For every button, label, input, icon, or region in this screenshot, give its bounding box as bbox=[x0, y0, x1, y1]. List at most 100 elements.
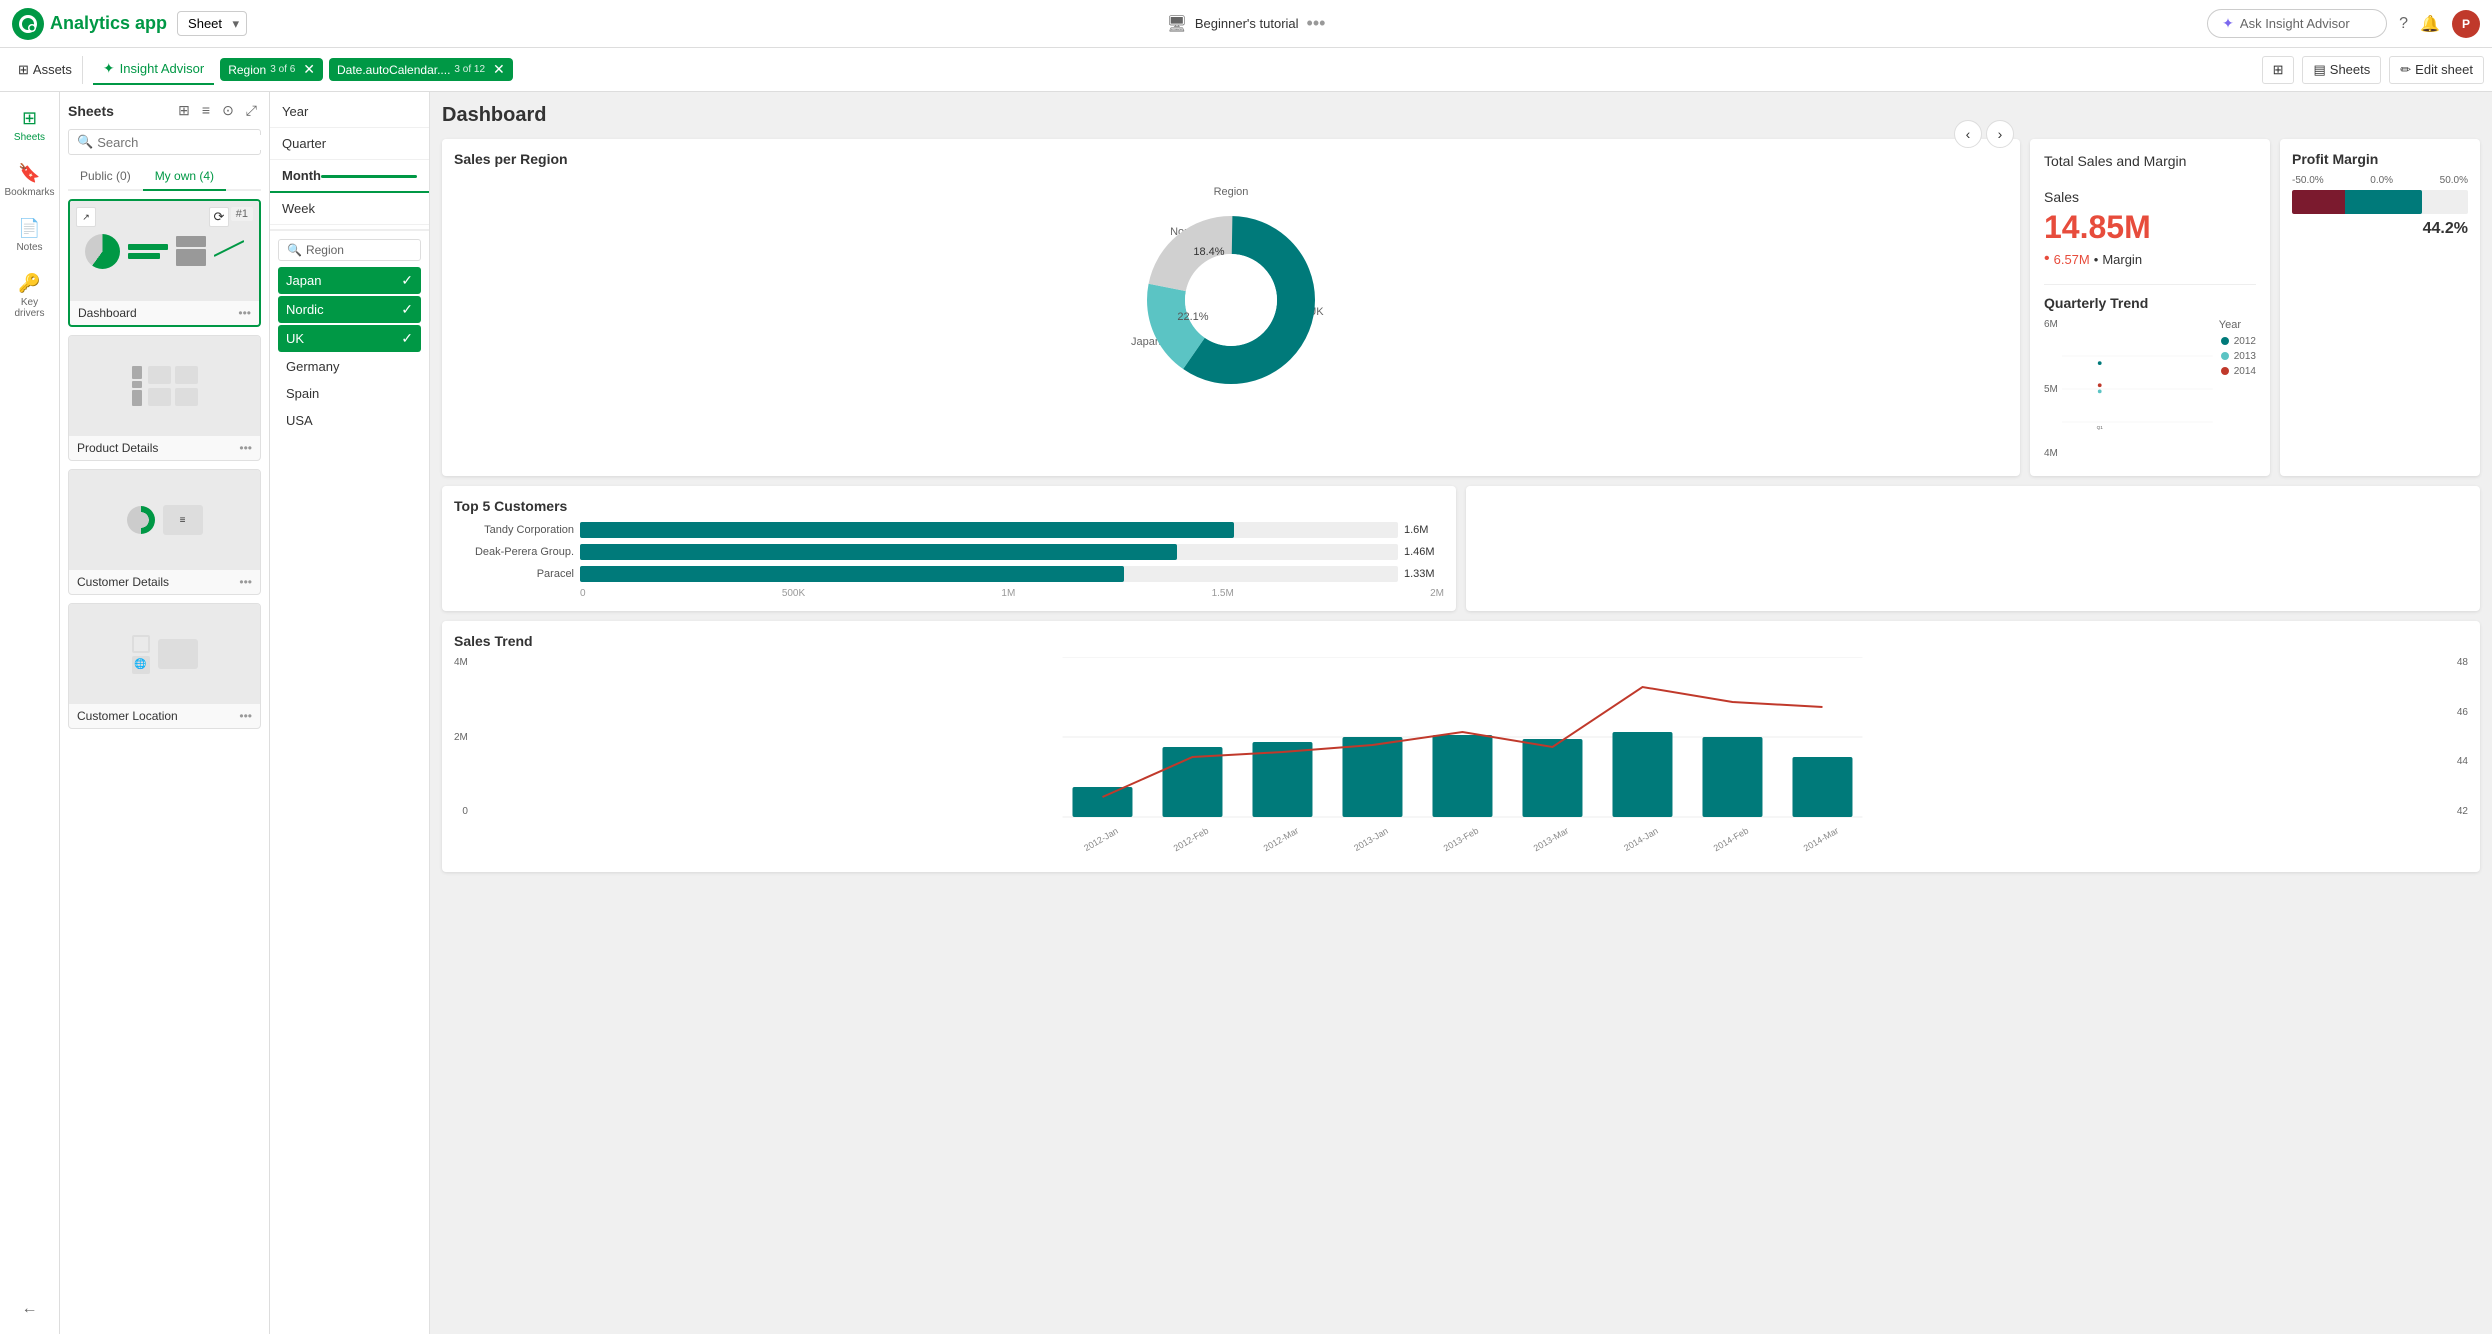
insight-advisor-tab[interactable]: ✦ Insight Advisor bbox=[93, 54, 214, 85]
sheet-card-customer-details[interactable]: ≡ Customer Details ••• bbox=[68, 469, 261, 595]
sales-trend-title: Sales Trend bbox=[454, 633, 2468, 649]
edit-sheet-button[interactable]: ✏ Edit sheet bbox=[2389, 56, 2484, 84]
tutorial-dots[interactable]: ••• bbox=[1307, 13, 1326, 34]
bell-icon[interactable]: 🔔 bbox=[2420, 14, 2440, 34]
grid-cell-1 bbox=[148, 366, 171, 384]
expand-view-btn[interactable]: ⤢ bbox=[242, 100, 261, 121]
quarterly-svg: Q1 bbox=[2062, 319, 2213, 459]
customer-paracel-fill bbox=[580, 566, 1124, 582]
region-item-nordic[interactable]: Nordic ✓ bbox=[278, 296, 421, 323]
profit-bar-track bbox=[2292, 190, 2468, 214]
sheet-card-product-details[interactable]: Product Details ••• bbox=[68, 335, 261, 461]
tab-public[interactable]: Public (0) bbox=[68, 163, 143, 189]
region-item-japan[interactable]: Japan ✓ bbox=[278, 267, 421, 294]
sheet-menu-location[interactable]: ••• bbox=[239, 709, 252, 723]
sheets-icon: ▤ bbox=[2313, 62, 2325, 78]
preview-location-charts: 🌐 bbox=[132, 635, 198, 674]
region-item-spain[interactable]: Spain bbox=[278, 381, 421, 406]
trend-y-44: 44 bbox=[2457, 756, 2468, 767]
svg-text:2014-Mar: 2014-Mar bbox=[1802, 825, 1840, 853]
nav-left-arrow[interactable]: ‹ bbox=[1954, 120, 1982, 148]
svg-text:2012-Feb: 2012-Feb bbox=[1172, 825, 1210, 853]
region-item-usa[interactable]: USA bbox=[278, 408, 421, 433]
sheets-header: Sheets ⊞ ≡ ⊙ ⤢ bbox=[68, 100, 261, 121]
filter-view-btn[interactable]: ⊙ bbox=[218, 100, 238, 121]
filter-week-label: Week bbox=[282, 201, 315, 216]
presentation-icon: 🖥 bbox=[1167, 14, 1187, 34]
search-icon: 🔍 bbox=[77, 134, 93, 150]
region-chip-close[interactable]: ✕ bbox=[303, 61, 315, 78]
notes-nav-label: Notes bbox=[16, 242, 42, 253]
filter-quarter[interactable]: Quarter bbox=[270, 128, 429, 160]
sheet-menu-dashboard[interactable]: ••• bbox=[238, 306, 251, 320]
quarterly-y-labels: 6M 5M 4M bbox=[2044, 319, 2058, 459]
region-item-germany[interactable]: Germany bbox=[278, 354, 421, 379]
sheet-dropdown[interactable]: Sheet bbox=[177, 11, 247, 36]
sidebar-item-bookmarks[interactable]: 🔖 Bookmarks bbox=[3, 155, 57, 206]
sales-per-region-title: Sales per Region bbox=[454, 151, 2008, 167]
tab-my-own[interactable]: My own (4) bbox=[143, 163, 226, 191]
product-bar-1 bbox=[132, 366, 142, 379]
region-item-uk[interactable]: UK ✓ bbox=[278, 325, 421, 352]
filter-week[interactable]: Week bbox=[270, 193, 429, 225]
donut-svg: Region Nordic Japan UK bbox=[1091, 175, 1371, 395]
grid-view-button[interactable]: ⊞ bbox=[2262, 56, 2295, 84]
region-filter-chip[interactable]: Region 3 of 6 ✕ bbox=[220, 58, 323, 81]
sheets-button[interactable]: ▤ Sheets bbox=[2302, 56, 2381, 84]
grid-view-btn[interactable]: ⊞ bbox=[174, 100, 194, 121]
sheet-search-input[interactable] bbox=[97, 135, 269, 150]
filter-year[interactable]: Year bbox=[270, 96, 429, 128]
date-filter-chip[interactable]: Date.autoCalendar.... 3 of 12 ✕ bbox=[329, 58, 513, 81]
nav-right-arrow[interactable]: › bbox=[1986, 120, 2014, 148]
trend-y-right: 48 46 44 42 bbox=[2457, 657, 2468, 817]
sheet-search-box[interactable]: 🔍 bbox=[68, 129, 261, 155]
profit-bar-negative bbox=[2292, 190, 2345, 214]
bar-2014-mar bbox=[1792, 757, 1852, 817]
y-label-5m: 5M bbox=[2044, 384, 2058, 395]
customers-x-axis: 0 500K 1M 1.5M 2M bbox=[454, 588, 1444, 599]
legend-2012-label: 2012 bbox=[2234, 336, 2256, 347]
profit-scale: -50.0% 0.0% 50.0% bbox=[2292, 175, 2468, 186]
panel-nav-arrows: ‹ › bbox=[1954, 120, 2014, 148]
sheet-menu-customer[interactable]: ••• bbox=[239, 575, 252, 589]
sheet-dropdown-wrap[interactable]: Sheet bbox=[177, 11, 247, 36]
product-bar-3 bbox=[132, 390, 142, 406]
margin-value: 6.57M bbox=[2054, 252, 2090, 267]
svg-text:2014-Feb: 2014-Feb bbox=[1712, 825, 1750, 853]
region-uk-check: ✓ bbox=[401, 330, 413, 347]
assets-button[interactable]: ⊞ Assets bbox=[8, 56, 83, 84]
svg-text:22.1%: 22.1% bbox=[1177, 311, 1208, 323]
sidebar-item-notes[interactable]: 📄 Notes bbox=[3, 210, 57, 261]
location-icon-2: 🌐 bbox=[132, 656, 150, 674]
product-bar-2 bbox=[132, 381, 142, 389]
sheet-card-dashboard[interactable]: ↗ #1 ⟳ bbox=[68, 199, 261, 327]
qlik-logo[interactable]: Analytics app bbox=[12, 8, 167, 40]
insight-advisor-button[interactable]: ✦ Ask Insight Advisor bbox=[2207, 9, 2387, 38]
user-avatar[interactable]: P bbox=[2452, 10, 2480, 38]
second-bar: ⊞ Assets ✦ Insight Advisor Region 3 of 6… bbox=[0, 48, 2492, 92]
svg-text:Q1: Q1 bbox=[2096, 425, 2103, 430]
sales-amount: 14.85M bbox=[2044, 209, 2256, 246]
region-uk-label: UK bbox=[286, 331, 304, 346]
sheet-menu-product[interactable]: ••• bbox=[239, 441, 252, 455]
profit-scale-right: 50.0% bbox=[2440, 175, 2468, 186]
date-chip-close[interactable]: ✕ bbox=[493, 61, 505, 78]
sheets-label: Sheets bbox=[2330, 62, 2370, 77]
margin-row: • 6.57M • Margin bbox=[2044, 250, 2256, 268]
sidebar-item-sheets[interactable]: ⊞ Sheets bbox=[3, 100, 57, 151]
sheet-card-customer-location[interactable]: 🌐 Customer Location ••• bbox=[68, 603, 261, 729]
list-view-btn[interactable]: ≡ bbox=[198, 100, 214, 121]
sidebar-collapse-btn[interactable]: ← bbox=[22, 1292, 38, 1326]
sheet-label-location: Customer Location bbox=[77, 709, 178, 723]
preview-customer-charts: ≡ bbox=[127, 505, 203, 535]
sidebar-item-key-drivers[interactable]: 🔑 Key drivers bbox=[3, 265, 57, 327]
tutorial-label[interactable]: Beginner's tutorial bbox=[1195, 16, 1299, 31]
trend-chart-area: 2012-Jan 2012-Feb 2012-Mar 2013-Jan 2013… bbox=[472, 657, 2453, 860]
customer-paracel-track bbox=[580, 566, 1398, 582]
region-search[interactable]: 🔍 Region bbox=[278, 239, 421, 261]
x-15m: 1.5M bbox=[1212, 588, 1234, 599]
legend-2013: 2013 bbox=[2219, 350, 2256, 362]
filter-month[interactable]: Month bbox=[270, 160, 429, 193]
help-icon[interactable]: ? bbox=[2399, 15, 2408, 33]
donut-chart-container: Region Nordic Japan UK bbox=[454, 175, 2008, 395]
